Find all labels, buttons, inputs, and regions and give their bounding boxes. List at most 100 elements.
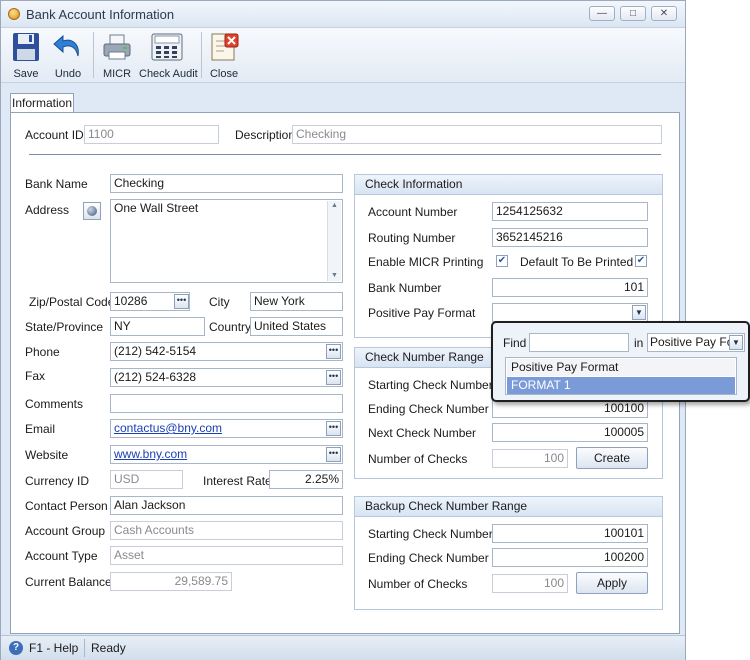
email-button[interactable]: ••• bbox=[326, 421, 341, 436]
email-field[interactable]: contactus@bny.com bbox=[110, 419, 343, 438]
minimize-button[interactable]: — bbox=[589, 6, 615, 21]
micr-button[interactable]: MICR bbox=[99, 30, 135, 80]
format-list: Positive Pay Format FORMAT 1 bbox=[505, 357, 737, 395]
address-scrollbar[interactable]: ▲ ▼ bbox=[327, 201, 341, 281]
routing-number-field[interactable]: 3652145216 bbox=[492, 228, 648, 247]
country-label: Country bbox=[209, 320, 252, 334]
ellipsis-icon: ••• bbox=[328, 371, 339, 381]
interest-rate-label: Interest Rate bbox=[203, 474, 272, 488]
positive-pay-dropdown[interactable]: ▼ bbox=[492, 303, 648, 322]
chevron-down-icon[interactable]: ▼ bbox=[729, 335, 743, 350]
contact-field[interactable]: Alan Jackson bbox=[110, 496, 343, 515]
status-bar: ? F1 - Help Ready bbox=[1, 635, 685, 660]
check-audit-label: Check Audit bbox=[139, 68, 198, 80]
bank-name-label: Bank Name bbox=[25, 177, 88, 191]
undo-label: Undo bbox=[54, 68, 82, 80]
toolbar: Save Undo MICR Check Audit Close bbox=[1, 28, 685, 83]
account-type-field[interactable]: Asset bbox=[110, 546, 343, 565]
close-window-button[interactable]: ✕ bbox=[651, 6, 677, 21]
positive-pay-label: Positive Pay Format bbox=[368, 306, 476, 320]
app-icon bbox=[8, 8, 20, 20]
contact-label: Contact Person bbox=[25, 499, 108, 513]
state-field[interactable]: NY bbox=[110, 317, 205, 336]
status-separator bbox=[84, 639, 85, 657]
account-type-label: Account Type bbox=[25, 549, 98, 563]
header-divider bbox=[29, 154, 661, 155]
country-field[interactable]: United States bbox=[250, 317, 343, 336]
toolbar-separator bbox=[201, 32, 202, 78]
interest-rate-field[interactable]: 2.25% bbox=[269, 470, 343, 489]
address-text: One Wall Street bbox=[114, 201, 199, 215]
help-shortcut-label[interactable]: F1 - Help bbox=[29, 641, 78, 655]
account-number-field[interactable]: 1254125632 bbox=[492, 202, 648, 221]
search-column-dropdown[interactable]: Positive Pay Forr ▼ bbox=[647, 333, 745, 352]
list-header: Positive Pay Format bbox=[507, 359, 735, 376]
current-balance-label: Current Balance bbox=[25, 575, 112, 589]
currency-field[interactable]: USD bbox=[110, 470, 183, 489]
status-text: Ready bbox=[91, 641, 126, 655]
floppy-disk-icon bbox=[13, 33, 39, 61]
address-field[interactable]: One Wall Street ▲ ▼ bbox=[110, 199, 343, 283]
phone-field[interactable]: (212) 542-5154 bbox=[110, 342, 343, 361]
apply-button[interactable]: Apply bbox=[576, 572, 648, 594]
ellipsis-icon: ••• bbox=[328, 448, 339, 458]
number-of-checks-label: Number of Checks bbox=[368, 452, 468, 466]
account-id-field[interactable]: 1100 bbox=[84, 125, 219, 144]
email-label: Email bbox=[25, 422, 56, 436]
enable-micr-label: Enable MICR Printing bbox=[368, 255, 484, 269]
find-input[interactable] bbox=[529, 333, 629, 352]
check-audit-button[interactable]: Check Audit bbox=[139, 30, 198, 80]
ellipsis-icon: ••• bbox=[328, 422, 339, 432]
tab-information[interactable]: Information bbox=[10, 93, 74, 113]
fax-label: Fax bbox=[25, 369, 46, 383]
description-label: Description bbox=[235, 128, 296, 142]
window-title: Bank Account Information bbox=[26, 7, 175, 22]
website-label: Website bbox=[25, 448, 69, 462]
save-label: Save bbox=[13, 68, 39, 80]
create-button[interactable]: Create bbox=[576, 447, 648, 469]
find-label: Find bbox=[503, 336, 527, 350]
city-field[interactable]: New York bbox=[250, 292, 343, 311]
default-printed-checkbox[interactable]: ✔ bbox=[635, 255, 647, 267]
bank-number-field[interactable]: 101 bbox=[492, 278, 648, 297]
backup-number-of-checks-field[interactable]: 100 bbox=[492, 574, 568, 593]
state-label: State/Province bbox=[25, 320, 104, 334]
address-map-button[interactable] bbox=[83, 202, 101, 220]
address-label: Address bbox=[25, 203, 70, 217]
website-field[interactable]: www.bny.com bbox=[110, 445, 343, 464]
phone-button[interactable]: ••• bbox=[326, 344, 341, 359]
checkmark-icon: ✔ bbox=[636, 255, 646, 266]
fax-button[interactable]: ••• bbox=[326, 370, 341, 385]
starting-check-label: Starting Check Number bbox=[368, 378, 493, 392]
account-group-field[interactable]: Cash Accounts bbox=[110, 521, 343, 540]
backup-ending-check-field[interactable]: 100200 bbox=[492, 548, 648, 567]
check-information-header: Check Information bbox=[355, 175, 662, 195]
phone-label: Phone bbox=[25, 345, 60, 359]
enable-micr-checkbox[interactable]: ✔ bbox=[496, 255, 508, 267]
list-item[interactable]: FORMAT 1 bbox=[507, 377, 735, 394]
undo-arrow-icon bbox=[53, 34, 79, 57]
account-group-label: Account Group bbox=[25, 524, 106, 538]
next-check-field[interactable]: 100005 bbox=[492, 423, 648, 442]
micr-label: MICR bbox=[102, 68, 132, 80]
default-printed-label: Default To Be Printed bbox=[520, 255, 634, 269]
help-icon[interactable]: ? bbox=[9, 641, 23, 655]
comments-field[interactable] bbox=[110, 394, 343, 413]
backup-starting-check-field[interactable]: 100101 bbox=[492, 524, 648, 543]
close-form-button[interactable]: Close bbox=[206, 30, 242, 80]
undo-button[interactable]: Undo bbox=[49, 30, 87, 80]
checkmark-icon: ✔ bbox=[497, 255, 507, 266]
backup-check-range-group: Backup Check Number Range Starting Check… bbox=[354, 496, 663, 610]
website-button[interactable]: ••• bbox=[326, 447, 341, 462]
zip-lookup-button[interactable]: ••• bbox=[174, 294, 189, 309]
number-of-checks-field[interactable]: 100 bbox=[492, 449, 568, 468]
maximize-button[interactable]: □ bbox=[620, 6, 646, 21]
save-button[interactable]: Save bbox=[7, 30, 45, 80]
chevron-down-icon[interactable]: ▼ bbox=[632, 305, 646, 320]
fax-field[interactable]: (212) 524-6328 bbox=[110, 368, 343, 387]
bank-name-field[interactable]: Checking bbox=[110, 174, 343, 193]
current-balance-field[interactable]: 29,589.75 bbox=[110, 572, 232, 591]
description-field[interactable]: Checking bbox=[292, 125, 662, 144]
scroll-up-icon: ▲ bbox=[331, 202, 338, 209]
in-label: in bbox=[634, 336, 644, 350]
